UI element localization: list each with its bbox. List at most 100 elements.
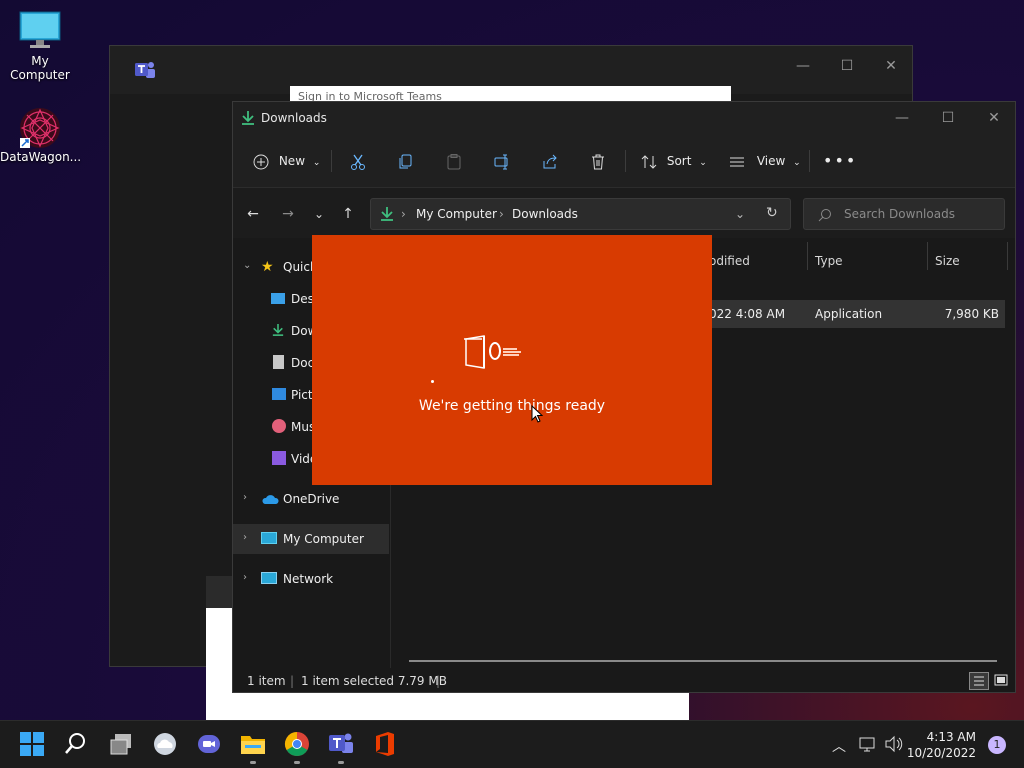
- search-icon: [818, 209, 831, 222]
- datawagon-logo-icon: [18, 106, 62, 148]
- sidebar-item-my-computer[interactable]: › My Computer: [233, 524, 389, 554]
- more-options-button[interactable]: •••: [823, 148, 857, 174]
- music-icon: [272, 419, 286, 433]
- chevron-right-icon: ›: [243, 492, 247, 503]
- taskbar-search-button[interactable]: [63, 731, 91, 759]
- chevron-right-icon: ›: [401, 207, 406, 221]
- volume-icon[interactable]: [884, 735, 904, 756]
- column-divider: [1007, 242, 1008, 270]
- column-header-size[interactable]: Size: [935, 254, 960, 268]
- start-button[interactable]: [19, 731, 47, 759]
- command-bar: New ⌄ Sort ⌄ View ⌄ •••: [233, 134, 1015, 188]
- clock-time: 4:13 AM: [926, 730, 976, 744]
- teams-chat-button[interactable]: [196, 731, 224, 759]
- more-dots-icon: •••: [823, 151, 858, 170]
- sidebar-item-network[interactable]: › Network: [233, 564, 389, 594]
- monitor-icon: [18, 10, 62, 50]
- loading-dot: [431, 380, 434, 383]
- cut-button[interactable]: [349, 148, 367, 174]
- tiles-view-button[interactable]: [993, 672, 1011, 690]
- chevron-down-icon: ⌄: [243, 260, 252, 271]
- breadcrumb-my-computer[interactable]: My Computer: [416, 207, 497, 221]
- desktop-icon-my-computer[interactable]: My Computer: [0, 10, 80, 82]
- delete-button[interactable]: [589, 148, 607, 174]
- details-view-icon: [974, 676, 984, 686]
- breadcrumb-downloads[interactable]: Downloads: [512, 207, 578, 221]
- chevron-down-icon: ⌄: [793, 158, 801, 168]
- office-icon: [376, 732, 394, 756]
- new-button[interactable]: New ⌄: [253, 148, 320, 174]
- chevron-right-icon: ›: [243, 532, 247, 543]
- sidebar-item-label: Pict: [291, 388, 313, 402]
- refresh-icon[interactable]: ↻: [766, 205, 778, 221]
- system-clock[interactable]: 4:13 AM 10/20/2022: [907, 729, 976, 761]
- sidebar-item-onedrive[interactable]: › OneDrive: [233, 484, 389, 514]
- rename-button[interactable]: [493, 148, 511, 174]
- horizontal-scrollbar[interactable]: [409, 660, 997, 662]
- teams-taskbar-button[interactable]: [328, 731, 356, 759]
- copy-button[interactable]: [397, 148, 415, 174]
- network-icon: [261, 572, 277, 584]
- back-button[interactable]: ←: [243, 204, 263, 224]
- tiles-view-icon: [994, 674, 1008, 686]
- running-indicator: [250, 761, 256, 764]
- status-selected: 1 item selected 7.79 MB: [301, 674, 447, 688]
- teams-close-button[interactable]: ✕: [868, 46, 914, 86]
- teams-maximize-button[interactable]: ☐: [824, 46, 870, 86]
- notification-badge[interactable]: 1: [988, 736, 1006, 754]
- address-history-chevron-icon[interactable]: ⌄: [735, 207, 745, 221]
- running-indicator: [294, 761, 300, 764]
- up-button[interactable]: ↑: [338, 204, 358, 224]
- desktop-icon-label: DataWagon...: [0, 150, 82, 164]
- chevron-right-icon: ›: [499, 207, 504, 221]
- widgets-button[interactable]: [152, 731, 180, 759]
- office-taskbar-button[interactable]: [372, 731, 400, 759]
- chrome-icon: [284, 732, 309, 757]
- new-label: New: [278, 154, 306, 168]
- show-hidden-icons-chevron-icon[interactable]: ︿: [832, 736, 846, 756]
- office-splash-screen: We're getting things ready: [312, 235, 712, 485]
- recent-locations-button[interactable]: ⌄: [309, 204, 329, 224]
- sort-icon: [641, 154, 657, 169]
- divider: [331, 150, 332, 172]
- explorer-minimize-button[interactable]: —: [879, 98, 925, 138]
- address-bar[interactable]: › My Computer › Downloads ⌄ ↻: [370, 198, 791, 230]
- column-header-date-modified[interactable]: odified: [709, 254, 750, 268]
- view-lines-icon: [730, 157, 744, 166]
- explorer-titlebar[interactable]: Downloads — ☐ ✕: [233, 102, 1015, 134]
- teams-icon: [134, 60, 156, 83]
- view-label: View: [756, 154, 786, 168]
- forward-button[interactable]: →: [278, 204, 298, 224]
- cell-type: Application: [815, 307, 883, 321]
- scissors-icon: [351, 154, 365, 170]
- file-explorer-taskbar-button[interactable]: [240, 731, 268, 759]
- task-view-button[interactable]: [108, 731, 136, 759]
- divider: [809, 150, 810, 172]
- navigation-row: ← → ⌄ ↑ › My Computer › Downloads ⌄ ↻ Se…: [233, 188, 1015, 238]
- chevron-down-icon: ⌄: [312, 158, 321, 168]
- splash-message: We're getting things ready: [418, 398, 606, 414]
- column-header-type[interactable]: Type: [815, 254, 843, 268]
- view-button[interactable]: View ⌄: [729, 148, 801, 174]
- chevron-right-icon: ›: [243, 572, 247, 583]
- explorer-close-button[interactable]: ✕: [971, 98, 1017, 138]
- cell-date-modified: 022 4:08 AM: [709, 307, 786, 321]
- details-view-button[interactable]: [969, 672, 989, 690]
- office-wordmark-icon: [489, 342, 521, 360]
- column-divider: [927, 242, 928, 270]
- desktop-folder-icon: [271, 293, 285, 304]
- paste-button[interactable]: [445, 148, 463, 174]
- chrome-taskbar-button[interactable]: [284, 731, 312, 759]
- search-box[interactable]: Search Downloads: [803, 198, 1005, 230]
- trash-icon: [592, 154, 604, 169]
- desktop-icon-label: My Computer: [10, 54, 70, 82]
- network-status-icon[interactable]: [858, 735, 878, 756]
- share-button[interactable]: [541, 148, 559, 174]
- sort-button[interactable]: Sort ⌄: [641, 148, 707, 174]
- desktop-icon-datawagon[interactable]: DataWagon...: [0, 106, 82, 164]
- column-divider: [807, 242, 808, 270]
- teams-minimize-button[interactable]: —: [780, 46, 826, 86]
- explorer-maximize-button[interactable]: ☐: [925, 98, 971, 138]
- document-icon: [273, 355, 284, 369]
- download-icon: [272, 324, 284, 336]
